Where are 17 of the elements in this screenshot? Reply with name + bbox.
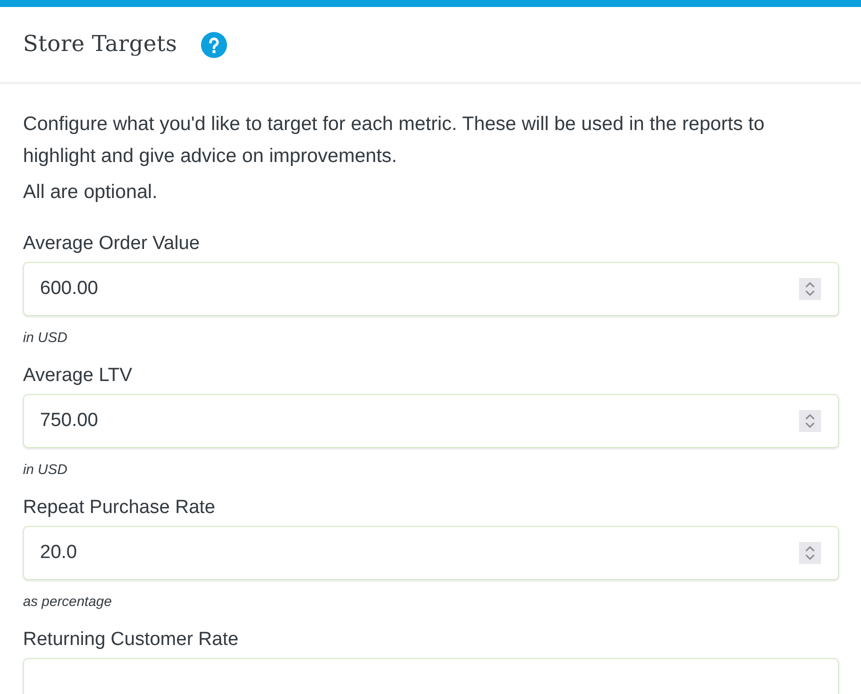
page-title: Store Targets: [23, 32, 178, 57]
number-input[interactable]: 600.00: [40, 278, 799, 300]
field-label: Average Order Value: [23, 232, 201, 256]
field-hint: in USD: [23, 460, 68, 478]
intro-text: All are optional.: [23, 180, 158, 205]
number-input[interactable]: 750.00: [40, 410, 799, 432]
field-hint: as percentage: [23, 592, 113, 610]
field-label: Repeat Purchase Rate: [23, 496, 216, 520]
number-field[interactable]: 600.00: [23, 262, 839, 316]
intro-text: Configure what you'd like to target for each metric. These will be used in the reports to highlight and give advice on improvements.: [23, 112, 766, 169]
number-field[interactable]: 750.00: [23, 394, 839, 448]
help-icon[interactable]: [201, 32, 228, 58]
field-hint: in USD: [23, 328, 68, 346]
number-input[interactable]: 20.0: [40, 542, 799, 564]
number-field[interactable]: 20.0: [23, 526, 839, 580]
field-label: Average LTV: [23, 364, 134, 388]
field-label: Returning Customer Rate: [23, 628, 240, 652]
